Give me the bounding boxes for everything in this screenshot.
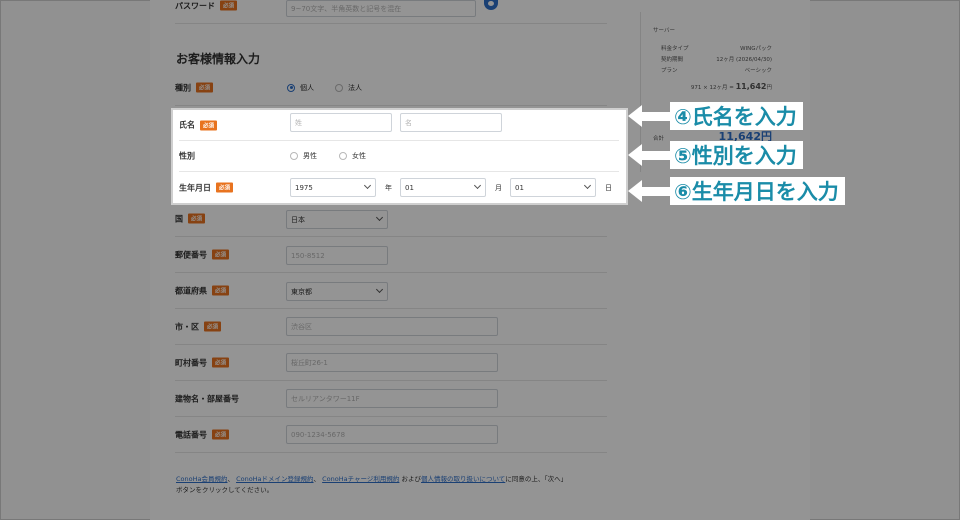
summary-key: 契約期間 [661,57,684,63]
required-badge: 必須 [188,213,206,224]
postal-row: 郵便番号 必須 150-8512 [175,237,607,273]
required-badge: 必須 [216,182,234,193]
password-label: パスワード 必須 [175,0,238,11]
year-unit: 年 [385,183,392,192]
birth-day-select[interactable]: 01 [510,178,596,197]
summary-value: ベーシック [744,68,772,74]
radio-male[interactable]: 男性 [290,151,317,161]
name-label: 氏名 必須 [179,120,218,131]
phone-row: 電話番号 必須 090-1234-5678 [175,417,607,453]
required-badge: 必須 [212,285,230,296]
highlight-box: 氏名 必須 姓 名 性別 男性 女性 生年月日 必須 1975 年 01 月 01 … [171,108,628,205]
chevron-down-icon [375,213,384,222]
birthdate-row: 生年月日 必須 1975 年 01 月 01 日 [179,172,619,203]
last-name-input[interactable]: 姓 [290,113,392,132]
arrow-left-icon [628,144,642,166]
summary-value: 12ヶ月 (2026/04/30) [716,57,772,63]
building-label: 建物名・部屋番号 [175,394,239,403]
birthdate-label: 生年月日 必須 [179,182,234,193]
postal-input[interactable]: 150-8512 [286,246,388,265]
day-unit: 日 [605,183,612,192]
arrow-left-icon [628,180,642,202]
building-row: 建物名・部屋番号 セルリアンタワー11F [175,381,607,417]
postal-label: 郵便番号 必須 [175,249,230,260]
town-row: 町村番号 必須 桜丘町26-1 [175,345,607,381]
required-badge: 必須 [204,321,222,332]
birth-month-select[interactable]: 01 [400,178,486,197]
required-badge: 必須 [220,0,238,11]
radio-empty-icon [339,152,347,160]
arrow-left-icon [628,105,642,127]
summary-heading: サーバー [653,28,675,34]
building-input[interactable]: セルリアンタワー11F [286,389,498,408]
required-badge: 必須 [200,120,218,130]
required-badge: 必須 [212,429,230,440]
section-title: お客様情報入力 [176,52,261,66]
terms-link-domain[interactable]: ConoHaドメイン登録規約 [236,475,313,483]
country-row: 国必須 日本 [175,201,607,237]
radio-female[interactable]: 女性 [339,151,366,161]
privacy-link[interactable]: 個人情報の取り扱いについて [421,475,505,483]
summary-calc: 971 × 12ヶ月 = 11,642円 [690,82,772,91]
town-input[interactable]: 桜丘町26-1 [286,353,498,372]
country-label: 国必須 [175,213,206,224]
summary-key: 料金タイプ [661,46,689,52]
month-unit: 月 [495,183,502,192]
summary-value: WINGパック [740,46,772,52]
prefecture-row: 都道府県 必須 東京都 [175,273,607,309]
radio-checked-icon [287,83,295,92]
prefecture-label: 都道府県 必須 [175,285,230,296]
town-label: 町村番号 必須 [175,357,230,368]
name-row: 氏名 必須 姓 名 [179,110,619,141]
chevron-down-icon [363,181,372,190]
city-row: 市・区 必須 渋谷区 [175,309,607,345]
required-badge: 必須 [212,249,230,260]
gender-row: 性別 男性 女性 [179,141,619,172]
terms-notice: ConoHa会員規約、 ConoHaドメイン登録規約、 ConoHaチャージ利用… [176,475,568,494]
birth-year-select[interactable]: 1975 [290,178,376,197]
terms-link-member[interactable]: ConoHa会員規約 [176,475,227,483]
gender-label: 性別 [179,151,195,161]
chevron-down-icon [583,181,592,190]
password-row: パスワード 必須 9~70文字、半角英数と記号を混在 [175,0,607,24]
chevron-down-icon [473,181,482,190]
required-badge: 必須 [196,82,214,93]
required-badge: 必須 [212,357,230,368]
summary-key: プラン [661,68,678,74]
radio-corporate[interactable]: 法人 [335,83,362,93]
terms-link-charge[interactable]: ConoHaチャージ利用規約 [322,475,399,483]
chevron-down-icon [375,285,384,294]
password-input[interactable]: 9~70文字、半角英数と記号を混在 [286,0,476,17]
radio-individual[interactable]: 個人 [287,83,314,93]
radio-empty-icon [335,83,343,92]
phone-input[interactable]: 090-1234-5678 [286,425,498,444]
phone-label: 電話番号 必須 [175,429,230,440]
radio-empty-icon [290,152,298,160]
city-label: 市・区 必須 [175,321,222,332]
city-input[interactable]: 渋谷区 [286,317,498,336]
type-row: 種別 必須 個人 法人 [175,70,607,106]
callout-gender: ⑤性別を入力 [628,141,803,169]
prefecture-select[interactable]: 東京都 [286,282,388,301]
callout-name: ④氏名を入力 [628,102,803,130]
type-label: 種別 必須 [175,82,214,93]
callout-birthdate: ⑥生年月日を入力 [628,177,845,205]
first-name-input[interactable]: 名 [400,113,502,132]
country-select[interactable]: 日本 [286,210,388,229]
